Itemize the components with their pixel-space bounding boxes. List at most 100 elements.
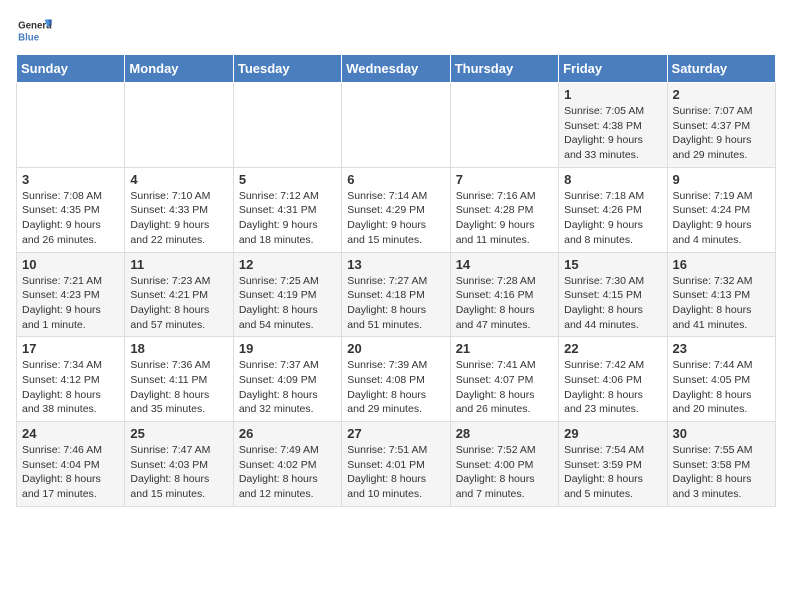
week-row-1: 1Sunrise: 7:05 AM Sunset: 4:38 PM Daylig… [17,83,776,168]
calendar-cell: 3 Sunrise: 7:08 AM Sunset: 4:35 PM Daylig… [17,167,125,252]
day-info: Sunrise: 7:52 AM Sunset: 4:00 PM Dayligh… [456,443,553,502]
day-info: Sunrise: 7:47 AM Sunset: 4:03 PM Dayligh… [130,443,227,502]
day-info: Sunrise: 7:08 AM Sunset: 4:35 PM Dayligh… [22,189,119,248]
day-number: 30 [673,426,770,441]
calendar-cell [450,83,558,168]
calendar-cell: 21Sunrise: 7:41 AM Sunset: 4:07 PM Dayli… [450,337,558,422]
day-info: Sunrise: 7:46 AM Sunset: 4:04 PM Dayligh… [22,443,119,502]
calendar-cell: 16 Sunrise: 7:32 AM Sunset: 4:13 PM Dayli… [667,252,775,337]
calendar-cell [17,83,125,168]
day-number: 18 [130,341,227,356]
weekday-header-monday: Monday [125,55,233,83]
weekday-header-thursday: Thursday [450,55,558,83]
day-info: Sunrise: 7:51 AM Sunset: 4:01 PM Dayligh… [347,443,444,502]
day-number: 20 [347,341,444,356]
calendar-cell: 27 Sunrise: 7:51 AM Sunset: 4:01 PM Dayli… [342,422,450,507]
day-number: 14 [456,257,553,272]
calendar-cell [342,83,450,168]
calendar-cell: 4 Sunrise: 7:10 AM Sunset: 4:33 PM Daylig… [125,167,233,252]
calendar-cell: 22Sunrise: 7:42 AM Sunset: 4:06 PM Dayli… [559,337,667,422]
week-row-2: 3 Sunrise: 7:08 AM Sunset: 4:35 PM Daylig… [17,167,776,252]
day-number: 9 [673,172,770,187]
day-info: Sunrise: 7:36 AM Sunset: 4:11 PM Dayligh… [130,358,227,417]
calendar-cell: 28 Sunrise: 7:52 AM Sunset: 4:00 PM Dayli… [450,422,558,507]
day-number: 13 [347,257,444,272]
calendar-cell: 24 Sunrise: 7:46 AM Sunset: 4:04 PM Dayli… [17,422,125,507]
day-number: 26 [239,426,336,441]
calendar: SundayMondayTuesdayWednesdayThursdayFrid… [16,54,776,507]
day-number: 23 [673,341,770,356]
calendar-cell: 5Sunrise: 7:12 AM Sunset: 4:31 PM Daylig… [233,167,341,252]
weekday-header-sunday: Sunday [17,55,125,83]
calendar-cell: 19 Sunrise: 7:37 AM Sunset: 4:09 PM Dayli… [233,337,341,422]
logo: General Blue [16,16,52,46]
day-number: 11 [130,257,227,272]
day-number: 29 [564,426,661,441]
day-number: 15 [564,257,661,272]
day-number: 3 [22,172,119,187]
calendar-cell: 6 Sunrise: 7:14 AM Sunset: 4:29 PM Daylig… [342,167,450,252]
day-number: 4 [130,172,227,187]
day-number: 28 [456,426,553,441]
calendar-cell [233,83,341,168]
weekday-header-wednesday: Wednesday [342,55,450,83]
calendar-cell: 2 Sunrise: 7:07 AM Sunset: 4:37 PM Daylig… [667,83,775,168]
calendar-cell [125,83,233,168]
day-info: Sunrise: 7:28 AM Sunset: 4:16 PM Dayligh… [456,274,553,333]
day-number: 6 [347,172,444,187]
weekday-header-saturday: Saturday [667,55,775,83]
day-info: Sunrise: 7:07 AM Sunset: 4:37 PM Dayligh… [673,104,770,163]
svg-text:Blue: Blue [18,33,40,44]
day-number: 24 [22,426,119,441]
day-info: Sunrise: 7:32 AM Sunset: 4:13 PM Dayligh… [673,274,770,333]
week-row-5: 24 Sunrise: 7:46 AM Sunset: 4:04 PM Dayli… [17,422,776,507]
day-number: 12 [239,257,336,272]
day-number: 17 [22,341,119,356]
day-info: Sunrise: 7:54 AM Sunset: 3:59 PM Dayligh… [564,443,661,502]
calendar-cell: 14 Sunrise: 7:28 AM Sunset: 4:16 PM Dayli… [450,252,558,337]
day-number: 21 [456,341,553,356]
week-row-4: 17 Sunrise: 7:34 AM Sunset: 4:12 PM Dayli… [17,337,776,422]
day-info: Sunrise: 7:23 AM Sunset: 4:21 PM Dayligh… [130,274,227,333]
calendar-cell: 8Sunrise: 7:18 AM Sunset: 4:26 PM Daylig… [559,167,667,252]
calendar-cell: 29 Sunrise: 7:54 AM Sunset: 3:59 PM Dayli… [559,422,667,507]
day-info: Sunrise: 7:16 AM Sunset: 4:28 PM Dayligh… [456,189,553,248]
calendar-cell: 9 Sunrise: 7:19 AM Sunset: 4:24 PM Daylig… [667,167,775,252]
day-info: Sunrise: 7:21 AM Sunset: 4:23 PM Dayligh… [22,274,119,333]
day-info: Sunrise: 7:25 AM Sunset: 4:19 PM Dayligh… [239,274,336,333]
day-info: Sunrise: 7:37 AM Sunset: 4:09 PM Dayligh… [239,358,336,417]
day-info: Sunrise: 7:55 AM Sunset: 3:58 PM Dayligh… [673,443,770,502]
day-info: Sunrise: 7:14 AM Sunset: 4:29 PM Dayligh… [347,189,444,248]
day-info: Sunrise: 7:34 AM Sunset: 4:12 PM Dayligh… [22,358,119,417]
calendar-cell: 25 Sunrise: 7:47 AM Sunset: 4:03 PM Dayli… [125,422,233,507]
calendar-cell: 13 Sunrise: 7:27 AM Sunset: 4:18 PM Dayli… [342,252,450,337]
day-info: Sunrise: 7:49 AM Sunset: 4:02 PM Dayligh… [239,443,336,502]
day-number: 19 [239,341,336,356]
week-row-3: 10Sunrise: 7:21 AM Sunset: 4:23 PM Dayli… [17,252,776,337]
day-number: 27 [347,426,444,441]
day-number: 16 [673,257,770,272]
calendar-cell: 7Sunrise: 7:16 AM Sunset: 4:28 PM Daylig… [450,167,558,252]
day-info: Sunrise: 7:10 AM Sunset: 4:33 PM Dayligh… [130,189,227,248]
calendar-cell: 15 Sunrise: 7:30 AM Sunset: 4:15 PM Dayli… [559,252,667,337]
weekday-header-tuesday: Tuesday [233,55,341,83]
day-info: Sunrise: 7:42 AM Sunset: 4:06 PM Dayligh… [564,358,661,417]
day-info: Sunrise: 7:27 AM Sunset: 4:18 PM Dayligh… [347,274,444,333]
calendar-cell: 10Sunrise: 7:21 AM Sunset: 4:23 PM Dayli… [17,252,125,337]
day-number: 2 [673,87,770,102]
calendar-cell: 26 Sunrise: 7:49 AM Sunset: 4:02 PM Dayli… [233,422,341,507]
day-info: Sunrise: 7:19 AM Sunset: 4:24 PM Dayligh… [673,189,770,248]
day-info: Sunrise: 7:30 AM Sunset: 4:15 PM Dayligh… [564,274,661,333]
calendar-cell: 30 Sunrise: 7:55 AM Sunset: 3:58 PM Dayli… [667,422,775,507]
calendar-cell: 18 Sunrise: 7:36 AM Sunset: 4:11 PM Dayli… [125,337,233,422]
calendar-cell: 20Sunrise: 7:39 AM Sunset: 4:08 PM Dayli… [342,337,450,422]
header: General Blue [16,16,776,46]
calendar-cell: 11 Sunrise: 7:23 AM Sunset: 4:21 PM Dayli… [125,252,233,337]
day-info: Sunrise: 7:12 AM Sunset: 4:31 PM Dayligh… [239,189,336,248]
calendar-cell: 1Sunrise: 7:05 AM Sunset: 4:38 PM Daylig… [559,83,667,168]
day-info: Sunrise: 7:18 AM Sunset: 4:26 PM Dayligh… [564,189,661,248]
day-number: 25 [130,426,227,441]
weekday-header-friday: Friday [559,55,667,83]
calendar-cell: 23 Sunrise: 7:44 AM Sunset: 4:05 PM Dayli… [667,337,775,422]
day-info: Sunrise: 7:44 AM Sunset: 4:05 PM Dayligh… [673,358,770,417]
